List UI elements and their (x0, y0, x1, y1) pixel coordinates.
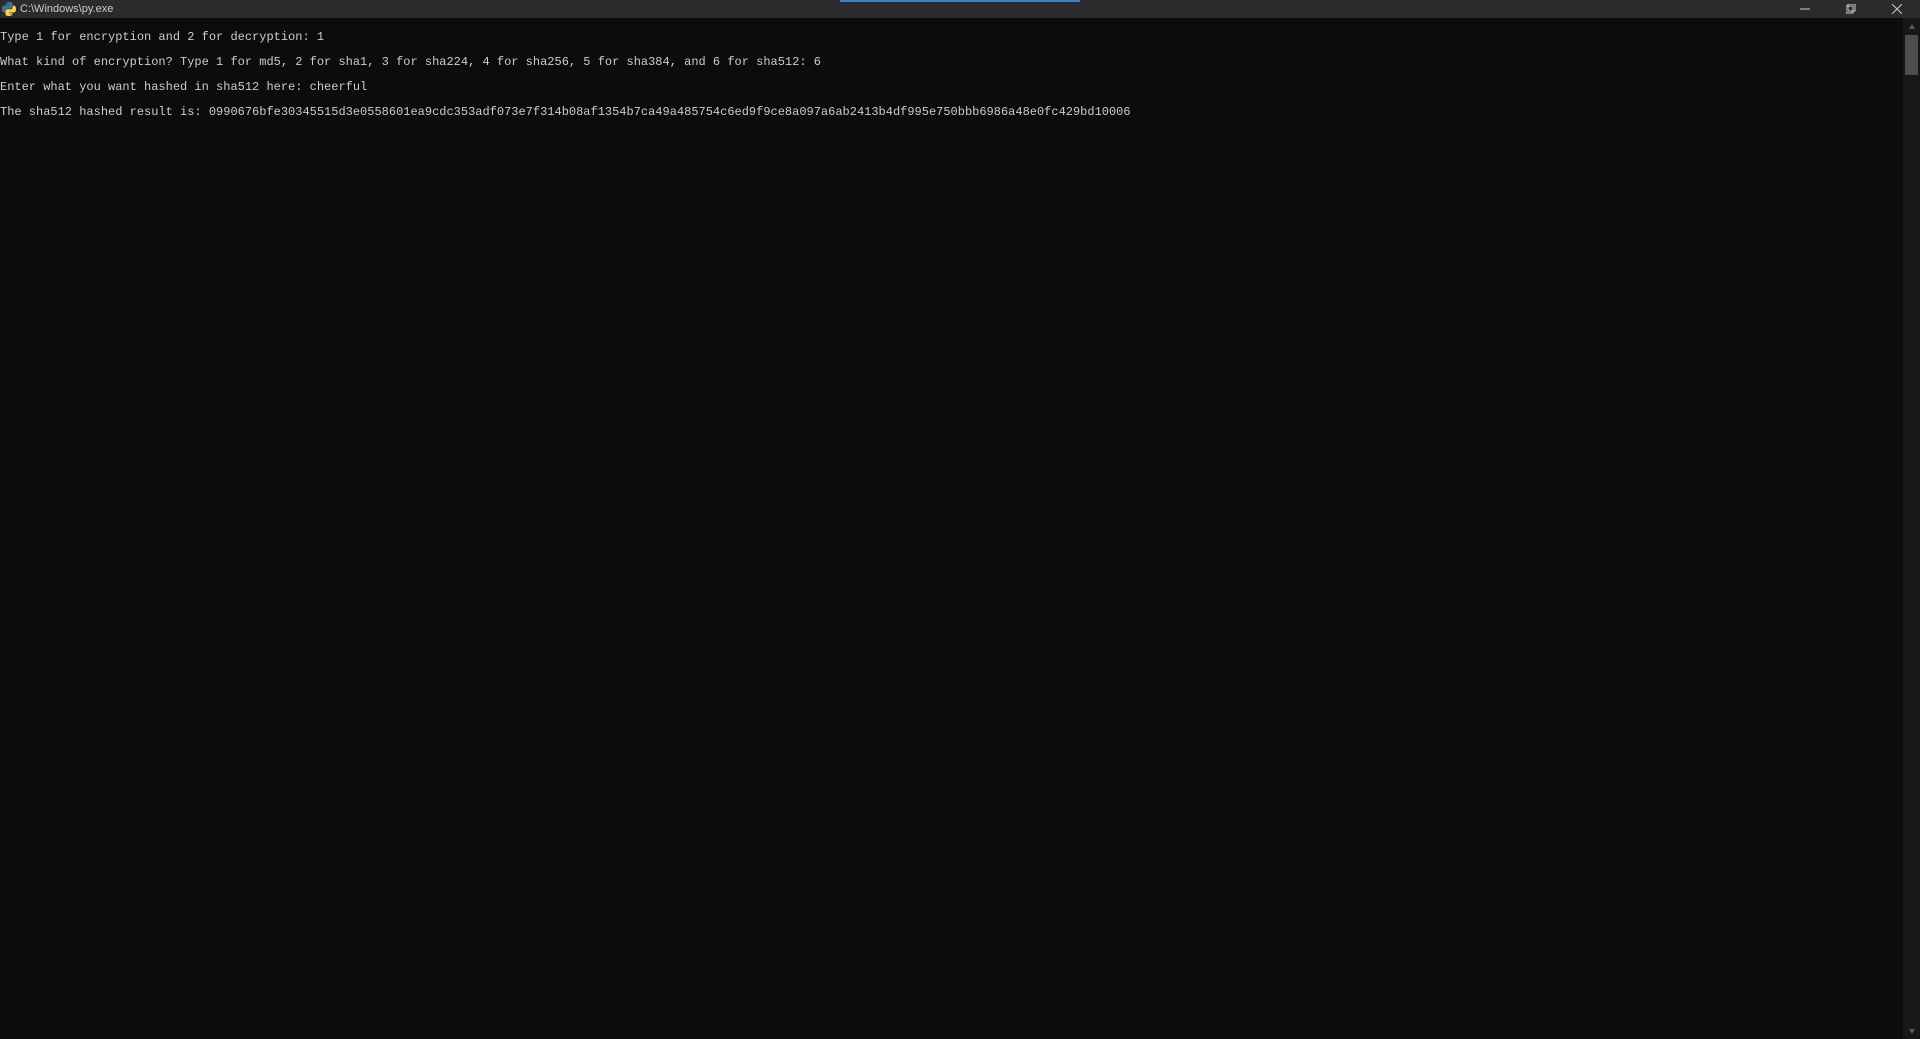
terminal-output[interactable]: Type 1 for encryption and 2 for decrypti… (0, 18, 1903, 1039)
scroll-track[interactable] (1903, 35, 1920, 1022)
scroll-thumb[interactable] (1905, 35, 1918, 75)
titlebar-left: C:\Windows\py.exe (0, 2, 113, 16)
scroll-down-arrow-icon[interactable] (1903, 1022, 1920, 1039)
terminal-line: The sha512 hashed result is: 0990676bfe3… (0, 106, 1903, 119)
python-icon (2, 2, 16, 16)
window-title: C:\Windows\py.exe (20, 3, 113, 15)
window-controls (1782, 0, 1920, 18)
scroll-up-arrow-icon[interactable] (1903, 18, 1920, 35)
terminal-line: Type 1 for encryption and 2 for decrypti… (0, 31, 1903, 44)
maximize-button[interactable] (1828, 0, 1874, 18)
terminal-line: What kind of encryption? Type 1 for md5,… (0, 56, 1903, 69)
close-button[interactable] (1874, 0, 1920, 18)
window-titlebar[interactable]: C:\Windows\py.exe (0, 0, 1920, 18)
vertical-scrollbar[interactable] (1903, 18, 1920, 1039)
terminal-line: Enter what you want hashed in sha512 her… (0, 81, 1903, 94)
titlebar-accent (840, 0, 1080, 2)
content-area: Type 1 for encryption and 2 for decrypti… (0, 18, 1920, 1039)
minimize-button[interactable] (1782, 0, 1828, 18)
